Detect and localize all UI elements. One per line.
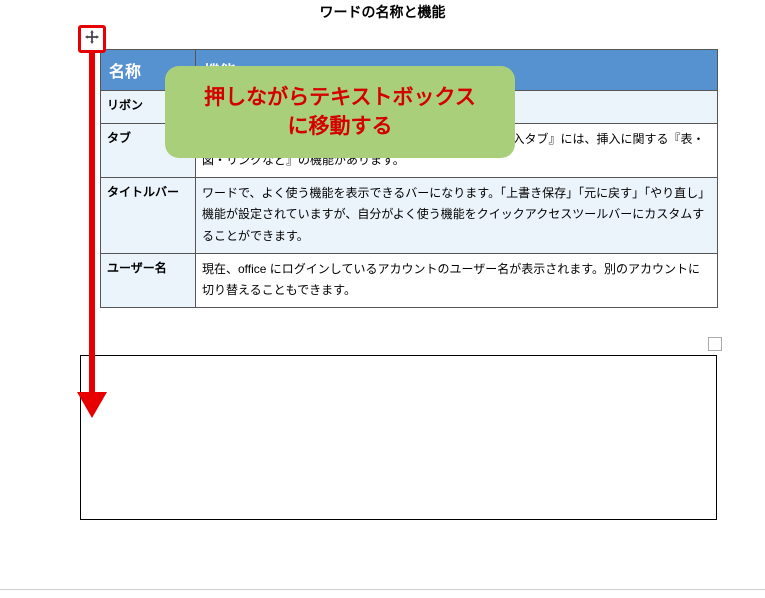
row-desc: 現在、office にログインしているアカウントのユーザー名が表示されます。別の… [196, 253, 718, 307]
table-move-handle[interactable] [78, 25, 106, 53]
callout-text-2: に移動する [288, 115, 393, 138]
page-boundary [0, 589, 765, 590]
target-textbox[interactable] [80, 355, 717, 520]
row-name: ユーザー名 [101, 253, 196, 307]
guide-arrow-line [89, 53, 95, 398]
instruction-callout: 押しながらテキストボックス に移動する [165, 66, 515, 158]
move-icon [85, 30, 99, 49]
table-row: ユーザー名 現在、office にログインしているアカウントのユーザー名が表示さ… [101, 253, 718, 307]
callout-text-1: 押しながらテキストボックス [204, 86, 476, 109]
table-row: タイトルバー ワードで、よく使う機能を表示できるバーになります。「上書き保存」「… [101, 177, 718, 253]
row-desc: ワードで、よく使う機能を表示できるバーになります。「上書き保存」「元に戻す」「や… [196, 177, 718, 253]
textbox-resize-handle[interactable] [708, 337, 722, 351]
page-title: ワードの名称と機能 [0, 0, 765, 22]
guide-arrow-head-icon [77, 392, 107, 418]
row-name: タイトルバー [101, 177, 196, 253]
